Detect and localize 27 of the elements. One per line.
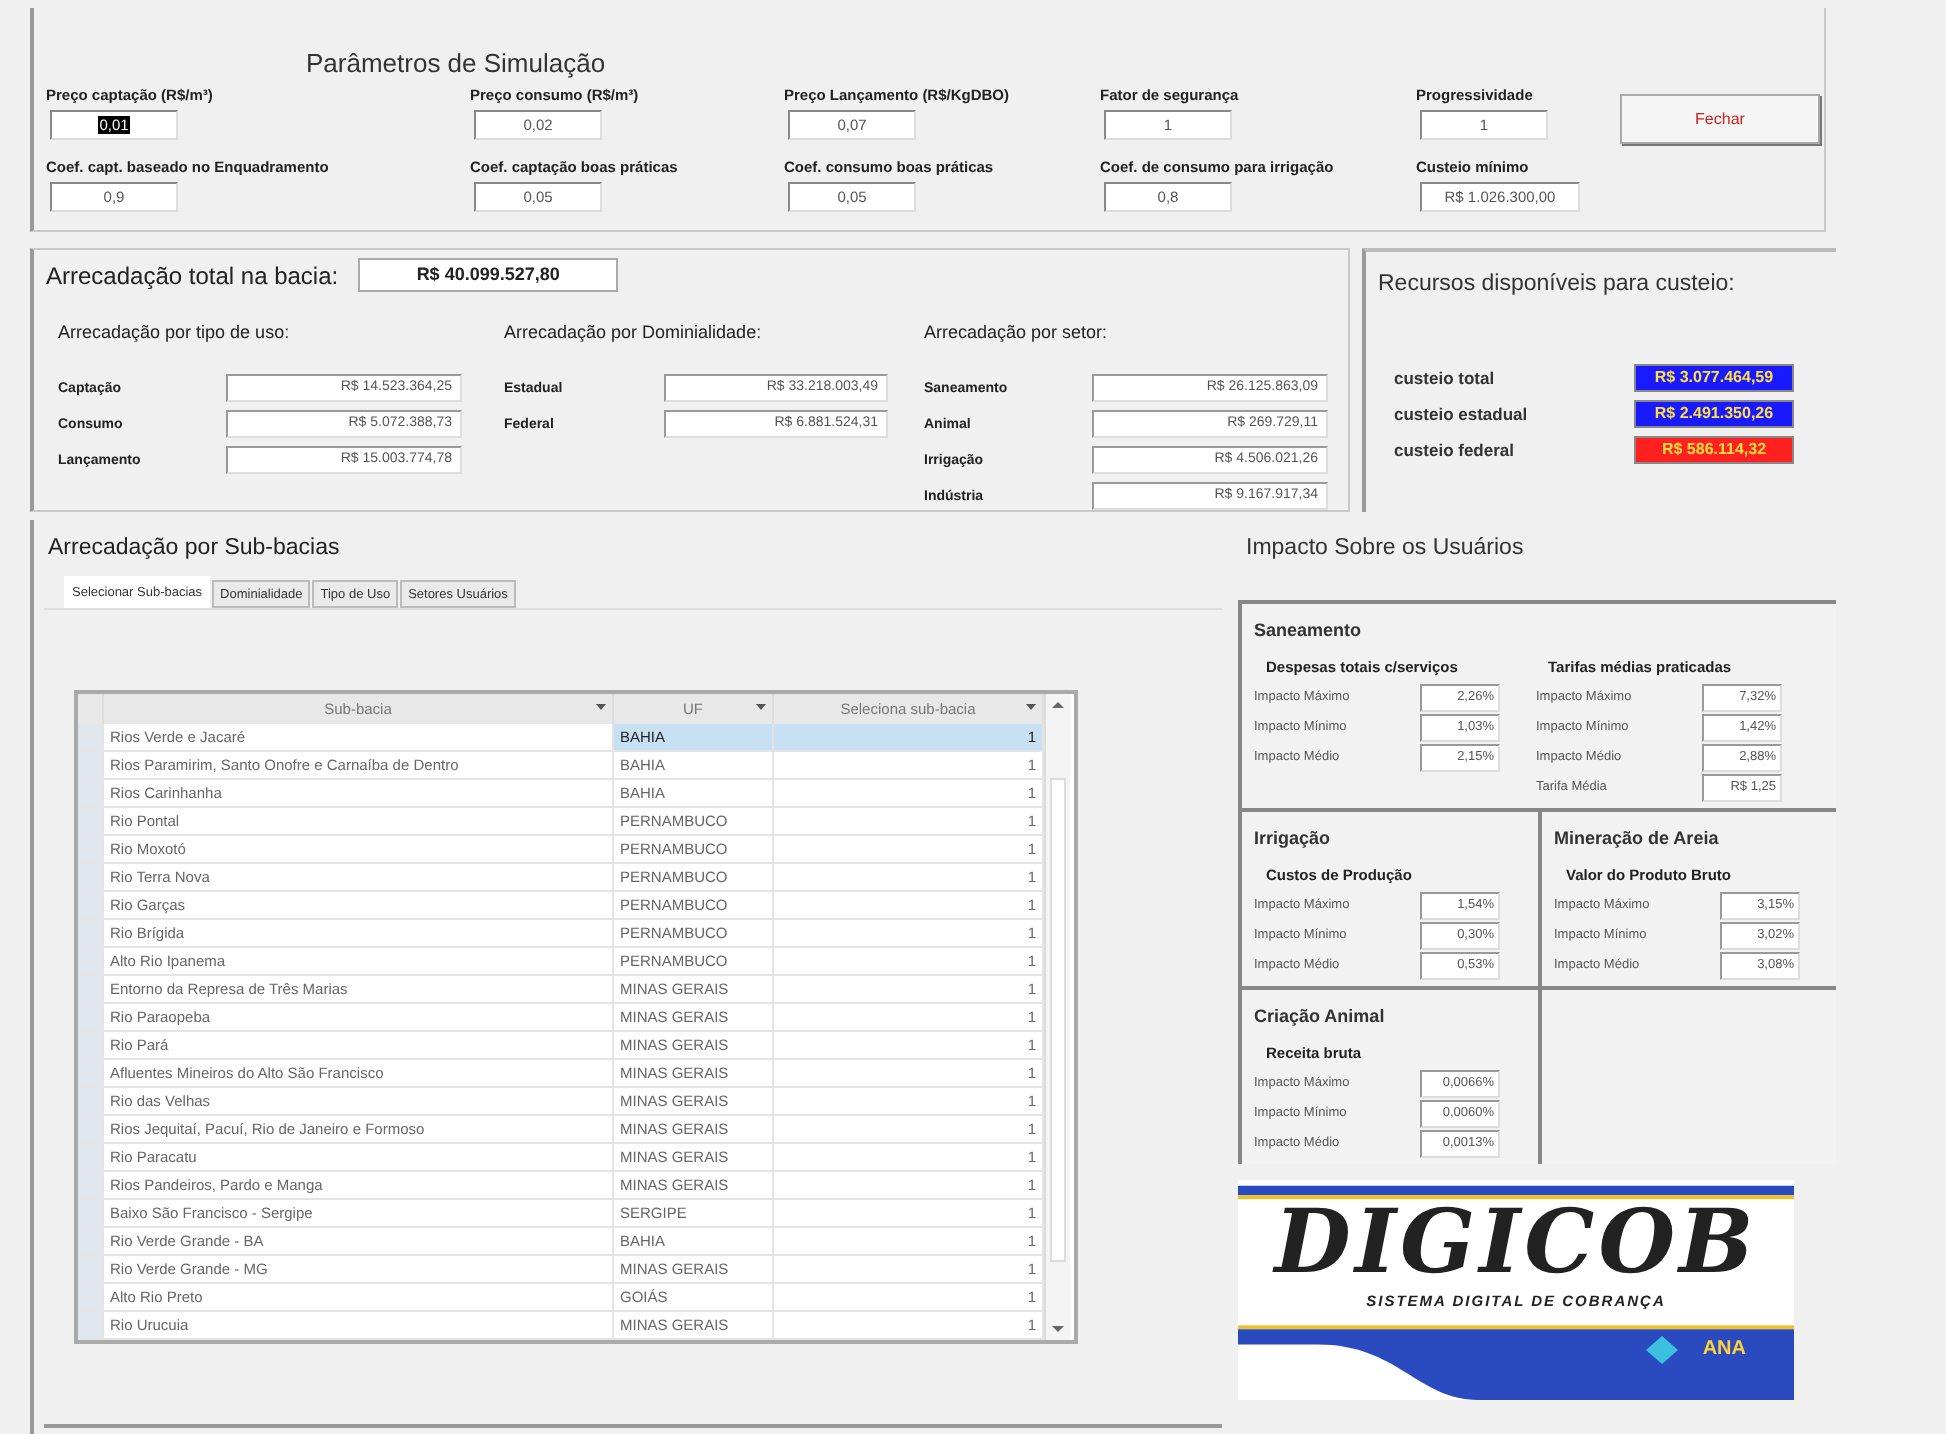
group-title: Arrecadação por setor: bbox=[924, 322, 1108, 342]
cost-label: custeio federal bbox=[1394, 440, 1516, 460]
sector-title: Criação Animal bbox=[1254, 1006, 1385, 1026]
cost-label: custeio estadual bbox=[1394, 404, 1530, 424]
section-title: Arrecadação por Sub-bacias bbox=[48, 536, 340, 560]
dropdown-icon[interactable] bbox=[1026, 702, 1036, 712]
group-title: Arrecadação por tipo de uso: bbox=[58, 322, 290, 342]
section-title: Impacto Sobre os Usuários bbox=[1246, 536, 1524, 560]
resources-title: Recursos disponíveis para custeio: bbox=[1378, 272, 1735, 296]
dropdown-icon[interactable] bbox=[596, 702, 606, 712]
cost-field: R$ 3.077.464,59 bbox=[1634, 364, 1794, 392]
total-label: Arrecadação total na bacia: bbox=[46, 261, 339, 289]
sector-title: Irrigação bbox=[1254, 828, 1331, 848]
drop-icon bbox=[1646, 1336, 1678, 1364]
sector-title: Mineração de Areia bbox=[1554, 828, 1719, 848]
cost-field: R$ 2.491.350,26 bbox=[1634, 400, 1794, 428]
window-title: Parâmetros de Simulação bbox=[304, 46, 608, 82]
scrollbar[interactable] bbox=[1044, 694, 1070, 1340]
agency-name: ANA bbox=[1702, 1338, 1746, 1360]
cost-field: R$ 586.114,32 bbox=[1634, 436, 1794, 464]
sector-title: Saneamento bbox=[1254, 620, 1362, 640]
cost-label: custeio total bbox=[1394, 368, 1497, 388]
dropdown-icon[interactable] bbox=[756, 702, 766, 712]
total-field: R$ 40.099.527,80 bbox=[358, 258, 619, 292]
logo-title: DIGICOB bbox=[1274, 1196, 1758, 1292]
group-title: Arrecadação por Dominialidade: bbox=[504, 322, 762, 342]
close-button[interactable]: Fechar bbox=[1620, 94, 1820, 144]
